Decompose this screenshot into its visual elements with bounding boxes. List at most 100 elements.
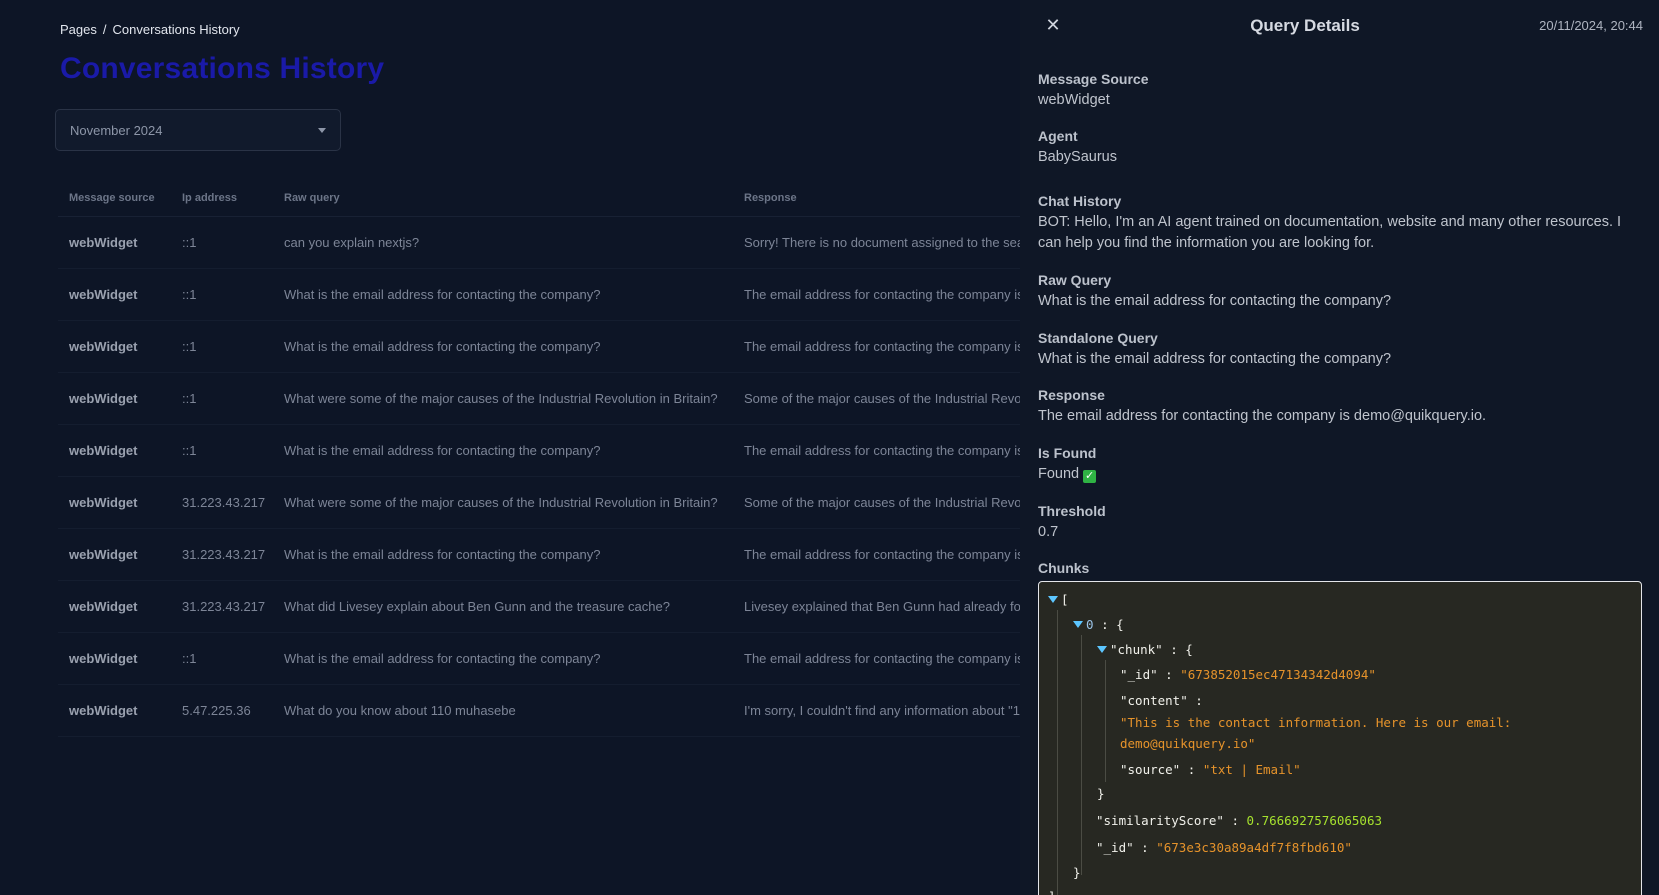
field-chat-history: Chat History BOT: Hello, I'm an AI agent… <box>1038 192 1638 254</box>
cell-response: The email address for contacting the com… <box>744 651 1020 666</box>
json-similarity-line: "similarityScore" : 0.7666927576065063 <box>1096 813 1382 828</box>
table-row[interactable]: webWidget::1 What were some of the major … <box>58 373 1020 425</box>
cell-message-source: webWidget <box>69 547 138 562</box>
json-index-line: 0 : { <box>1073 617 1124 632</box>
table-row[interactable]: webWidget::1 What is the email address fo… <box>58 633 1020 685</box>
field-agent: Agent BabySaurus <box>1038 127 1638 168</box>
cell-response: Livesey explained that Ben Gunn had alre… <box>744 599 1020 614</box>
cell-response: The email address for contacting the com… <box>744 547 1020 562</box>
json-key: "source" <box>1120 762 1181 777</box>
column-header-message-source[interactable]: Message source <box>69 192 179 204</box>
field-threshold: Threshold 0.7 <box>1038 502 1638 543</box>
json-colon: : <box>1195 693 1203 708</box>
json-brace: { <box>1185 642 1193 657</box>
checkmark-icon: ✓ <box>1083 470 1097 483</box>
json-key: "_id" <box>1120 667 1158 682</box>
conversations-table: Message source Ip address Raw query Resp… <box>58 186 1020 737</box>
breadcrumb-root-link[interactable]: Pages <box>60 22 97 37</box>
cell-ip-address: ::1 <box>182 391 197 406</box>
json-chunk-line: "chunk" : { <box>1097 642 1193 657</box>
cell-response: I'm sorry, I couldn't find any informati… <box>744 703 1020 718</box>
month-filter-select[interactable]: November 2024 <box>55 109 341 151</box>
table-row[interactable]: webWidget::1 can you explain nextjs? Sorry… <box>58 217 1020 269</box>
json-item-id-line: "_id" : "673e3c30a89a4df7f8fbd610" <box>1096 840 1352 855</box>
cell-message-source: webWidget <box>69 391 138 406</box>
cell-ip-address: ::1 <box>182 287 197 302</box>
json-content-key-line: "content" : <box>1120 693 1203 708</box>
field-label: Is Found <box>1038 445 1097 461</box>
chevron-down-icon <box>318 128 326 133</box>
field-value: BOT: Hello, I'm an AI agent trained on d… <box>1038 214 1622 251</box>
column-header-raw-query[interactable]: Raw query <box>284 192 739 204</box>
json-content-value-line1: "This is the contact information. Here i… <box>1120 715 1512 730</box>
json-number-value: 0.7666927576065063 <box>1246 813 1382 828</box>
column-header-ip-address[interactable]: Ip address <box>182 192 278 204</box>
cell-raw-query: can you explain nextjs? <box>284 235 420 250</box>
field-is-found: Is Found Found ✓ <box>1038 444 1638 485</box>
cell-response: Some of the major causes of the Industri… <box>744 391 1020 406</box>
month-filter-value: November 2024 <box>70 123 163 138</box>
table-row[interactable]: webWidget 31.223.43.217 What is the email … <box>58 529 1020 581</box>
conversations-page: Pages / Conversations History Conversation… <box>0 0 1020 895</box>
table-row[interactable]: webWidget::1 What is the email address fo… <box>58 321 1020 373</box>
cell-message-source: webWidget <box>69 287 138 302</box>
cell-message-source: webWidget <box>69 235 138 250</box>
json-bracket: [ <box>1061 592 1069 607</box>
table-row[interactable]: webWidget 31.223.43.217 What were some of … <box>58 477 1020 529</box>
field-value: BabySaurus <box>1038 149 1117 165</box>
cell-response: The email address for contacting the com… <box>744 443 1020 458</box>
json-key: "content" <box>1120 693 1188 708</box>
json-string-value: "txt | Email" <box>1202 762 1301 777</box>
breadcrumb-current: Conversations History <box>112 22 240 37</box>
field-label: Response <box>1038 387 1105 403</box>
cell-response: The email address for contacting the com… <box>744 287 1020 302</box>
json-key: "_id" <box>1096 840 1134 855</box>
query-details-drawer: ✕ Query Details 20/11/2024, 20:44 Messag… <box>1020 0 1659 895</box>
collapse-toggle-icon[interactable] <box>1097 646 1107 653</box>
cell-ip-address: 5.47.225.36 <box>182 703 251 718</box>
field-response: Response The email address for contactin… <box>1038 386 1638 427</box>
cell-raw-query: What is the email address for contacting… <box>284 547 601 562</box>
cell-raw-query: What is the email address for contacting… <box>284 651 601 666</box>
table-row[interactable]: webWidget 5.47.225.36 What do you know abo… <box>58 685 1020 737</box>
page-title: Conversations History <box>60 52 385 85</box>
json-colon: : <box>1170 642 1178 657</box>
field-value: What is the email address for contacting… <box>1038 351 1392 367</box>
field-message-source: Message Source webWidget <box>1038 70 1638 111</box>
field-label: Chat History <box>1038 193 1122 209</box>
json-item-close-line: } <box>1073 865 1081 880</box>
json-colon: : <box>1101 617 1109 632</box>
cell-raw-query: What were some of the major causes of th… <box>284 495 718 510</box>
table-row[interactable]: webWidget::1 What is the email address fo… <box>58 425 1020 477</box>
table-row[interactable]: webWidget::1 What is the email address fo… <box>58 269 1020 321</box>
column-header-response[interactable]: Response <box>744 192 1020 204</box>
field-raw-query: Raw Query What is the email address for … <box>1038 271 1638 312</box>
json-chunk-close-line: } <box>1097 786 1105 801</box>
cell-ip-address: 31.223.43.217 <box>182 547 266 562</box>
cell-ip-address: ::1 <box>182 339 197 354</box>
breadcrumb-separator: / <box>102 22 107 37</box>
field-value: What is the email address for contacting… <box>1038 293 1392 309</box>
collapse-toggle-icon[interactable] <box>1048 596 1058 603</box>
field-chunks: Chunks <box>1038 559 1638 577</box>
table-header: Message source Ip address Raw query Resp… <box>58 186 1020 217</box>
cell-raw-query: What do you know about 110 muhasebe <box>284 703 516 718</box>
field-label: Standalone Query <box>1038 330 1158 346</box>
table-row[interactable]: webWidget 31.223.43.217 What did Livesey e… <box>58 581 1020 633</box>
table-body: webWidget::1 can you explain nextjs? Sorry… <box>58 217 1020 737</box>
cell-ip-address: 31.223.43.217 <box>182 599 266 614</box>
cell-raw-query: What were some of the major causes of th… <box>284 391 718 406</box>
cell-raw-query: What is the email address for contacting… <box>284 339 601 354</box>
collapse-toggle-icon[interactable] <box>1073 621 1083 628</box>
json-root-close-line: ] <box>1048 889 1056 895</box>
cell-response: The email address for contacting the com… <box>744 339 1020 354</box>
cell-raw-query: What is the email address for contacting… <box>284 443 601 458</box>
cell-raw-query: What is the email address for contacting… <box>284 287 601 302</box>
query-timestamp: 20/11/2024, 20:44 <box>1539 18 1643 33</box>
cell-message-source: webWidget <box>69 703 138 718</box>
cell-message-source: webWidget <box>69 443 138 458</box>
json-source-line: "source" : "txt | Email" <box>1120 762 1301 777</box>
chunks-json-viewer[interactable]: [ 0 : { "chunk" : { "_id" : "673852015ec… <box>1038 581 1642 895</box>
field-value: webWidget <box>1038 92 1110 108</box>
json-colon: : <box>1165 667 1173 682</box>
